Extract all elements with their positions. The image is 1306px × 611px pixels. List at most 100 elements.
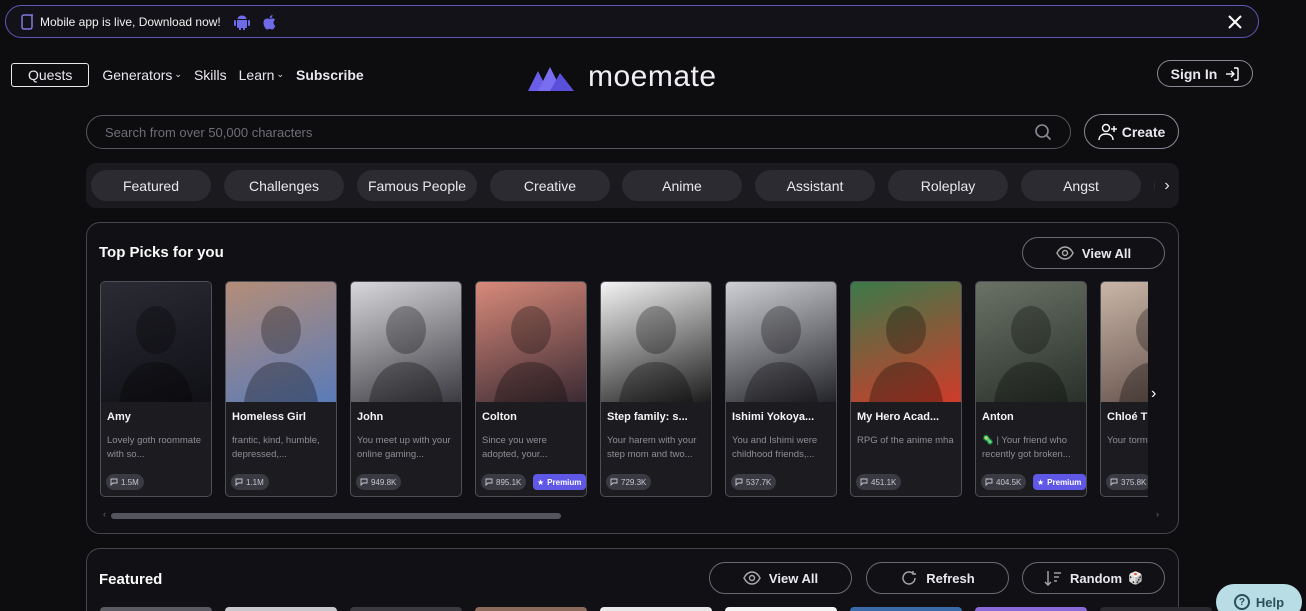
main-nav: Quests Generators ⌄ Skills Learn ⌄ Subscri… (11, 62, 376, 87)
chat-count: 949.8K (371, 477, 397, 487)
top-picks-section: Top Picks for you View All Amy Lovely got… (86, 222, 1179, 534)
random-button[interactable]: Random 🎲 (1022, 562, 1165, 594)
category-roleplay[interactable]: Roleplay (888, 170, 1008, 201)
card-preview[interactable] (350, 607, 462, 611)
refresh-icon (902, 571, 917, 585)
character-card[interactable]: John You meet up with your online gaming.… (350, 281, 462, 497)
quests-button[interactable]: Quests (11, 62, 90, 87)
category-anime[interactable]: Anime (622, 170, 742, 201)
card-preview[interactable] (100, 607, 212, 611)
character-card[interactable]: Homeless Girl frantic, kind, humble, depr… (225, 281, 337, 497)
apple-icon[interactable] (261, 13, 279, 31)
search-bar[interactable]: Search from over 50,000 characters (86, 115, 1071, 149)
chat-count-badge: 1.5M (106, 474, 144, 490)
character-description: RPG of the anime mha (857, 435, 954, 446)
phone-icon (21, 13, 33, 30)
character-card[interactable]: Anton 🦠 | Your friend who recently got br… (975, 281, 1087, 497)
add-user-icon (1098, 123, 1117, 140)
scroll-right-icon[interactable]: › (1156, 509, 1159, 519)
nav-item-label: Generators (102, 66, 173, 83)
character-name: Colton (482, 411, 517, 423)
android-icon[interactable] (233, 13, 251, 31)
section-title: Top Picks for you (99, 244, 224, 261)
card-preview[interactable] (1100, 607, 1212, 611)
chat-count: 375.8K (1121, 477, 1147, 487)
chat-count-badge: 451.1K (856, 474, 902, 490)
scroll-left-icon[interactable]: ‹ (103, 509, 106, 519)
view-all-button[interactable]: View All (709, 562, 852, 594)
character-description: Lovely goth roommate with so... (107, 435, 201, 460)
chat-count-badge: 895.1K (481, 474, 527, 490)
character-image (226, 282, 336, 402)
chat-icon (610, 478, 618, 486)
help-button[interactable]: ? Help (1216, 584, 1302, 611)
nav-item-learn[interactable]: Learn ⌄ (239, 67, 284, 83)
chat-count: 729.3K (621, 477, 647, 487)
character-description: You and Ishimi were childhood friends,..… (732, 435, 818, 460)
nav-item-subscribe[interactable]: Subscribe (296, 67, 364, 83)
refresh-button[interactable]: Refresh (866, 562, 1009, 594)
create-button[interactable]: Create (1084, 114, 1179, 149)
nav-item-skills[interactable]: Skills (194, 67, 227, 83)
category-challenges[interactable]: Challenges (224, 170, 344, 201)
category-creative[interactable]: Creative (490, 170, 610, 201)
character-image (601, 282, 711, 402)
sign-in-button[interactable]: Sign In (1157, 60, 1253, 87)
search-input[interactable]: Search from over 50,000 characters (105, 125, 1034, 140)
card-preview[interactable] (850, 607, 962, 611)
random-label: Random (1070, 570, 1123, 586)
card-preview[interactable] (475, 607, 587, 611)
create-label: Create (1121, 123, 1166, 140)
chevron-right-icon[interactable]: › (1155, 163, 1179, 208)
category-angst[interactable]: Angst (1021, 170, 1141, 201)
character-description: Since you were adopted, your... (482, 435, 548, 460)
character-card[interactable]: Chloé T Your torm (Bully) wh 375.8K (1100, 281, 1148, 497)
chat-count-badge: 537.7K (731, 474, 777, 490)
premium-label: Premium (1047, 477, 1082, 487)
card-preview[interactable] (225, 607, 337, 611)
chevron-down-icon: ⌄ (276, 69, 284, 79)
character-card[interactable]: Amy Lovely goth roommate with so... 1.5M (100, 281, 212, 497)
moemate-logo-icon (528, 67, 574, 91)
chat-count: 404.5K (996, 477, 1022, 487)
character-card[interactable]: Colton Since you were adopted, your... 895… (475, 281, 587, 497)
brand-logo[interactable]: moemate (528, 60, 717, 94)
chat-count: 1.5M (121, 477, 139, 487)
scrollbar-thumb[interactable] (111, 513, 561, 519)
search-icon[interactable] (1034, 123, 1052, 141)
chat-icon (485, 478, 493, 486)
brand-name: moemate (588, 60, 717, 93)
category-assistant[interactable]: Assistant (755, 170, 875, 201)
character-card[interactable]: Ishimi Yokoya... You and Ishimi were chil… (725, 281, 837, 497)
character-card[interactable]: Step family: s... Your harem with your st… (600, 281, 712, 497)
character-description: 🦠 | Your friend who recently got broken.… (982, 435, 1071, 460)
view-all-button[interactable]: View All (1022, 237, 1165, 269)
banner-text: Mobile app is live, Download now! (40, 14, 221, 29)
chat-icon (1110, 478, 1118, 486)
premium-label: Premium (547, 477, 582, 487)
close-icon[interactable] (1226, 13, 1244, 31)
chevron-right-icon[interactable]: › (1151, 385, 1156, 403)
category-featured[interactable]: Featured (91, 170, 211, 201)
chat-icon (860, 478, 868, 486)
character-name: Anton (982, 411, 1014, 423)
character-image (726, 282, 836, 402)
nav-item-generators[interactable]: Generators ⌄ (102, 67, 182, 83)
chat-count: 451.1K (871, 477, 897, 487)
card-preview[interactable] (600, 607, 712, 611)
card-preview[interactable] (975, 607, 1087, 611)
category-famous-people[interactable]: Famous People (357, 170, 477, 201)
chat-icon (735, 478, 743, 486)
chat-count-badge: 1.1M (231, 474, 269, 490)
premium-badge: ★ Premium (1033, 474, 1086, 490)
character-image (851, 282, 961, 402)
carousel-scrollbar[interactable]: ‹ › (101, 509, 1161, 520)
star-icon: ★ (537, 477, 545, 487)
card-preview[interactable] (725, 607, 837, 611)
character-card[interactable]: My Hero Acad... RPG of the anime mha 451.1… (850, 281, 962, 497)
eye-icon (743, 571, 761, 585)
character-image (351, 282, 461, 402)
character-name: Amy (107, 411, 131, 423)
character-name: Homeless Girl (232, 411, 306, 423)
chat-count-badge: 375.8K (1106, 474, 1148, 490)
